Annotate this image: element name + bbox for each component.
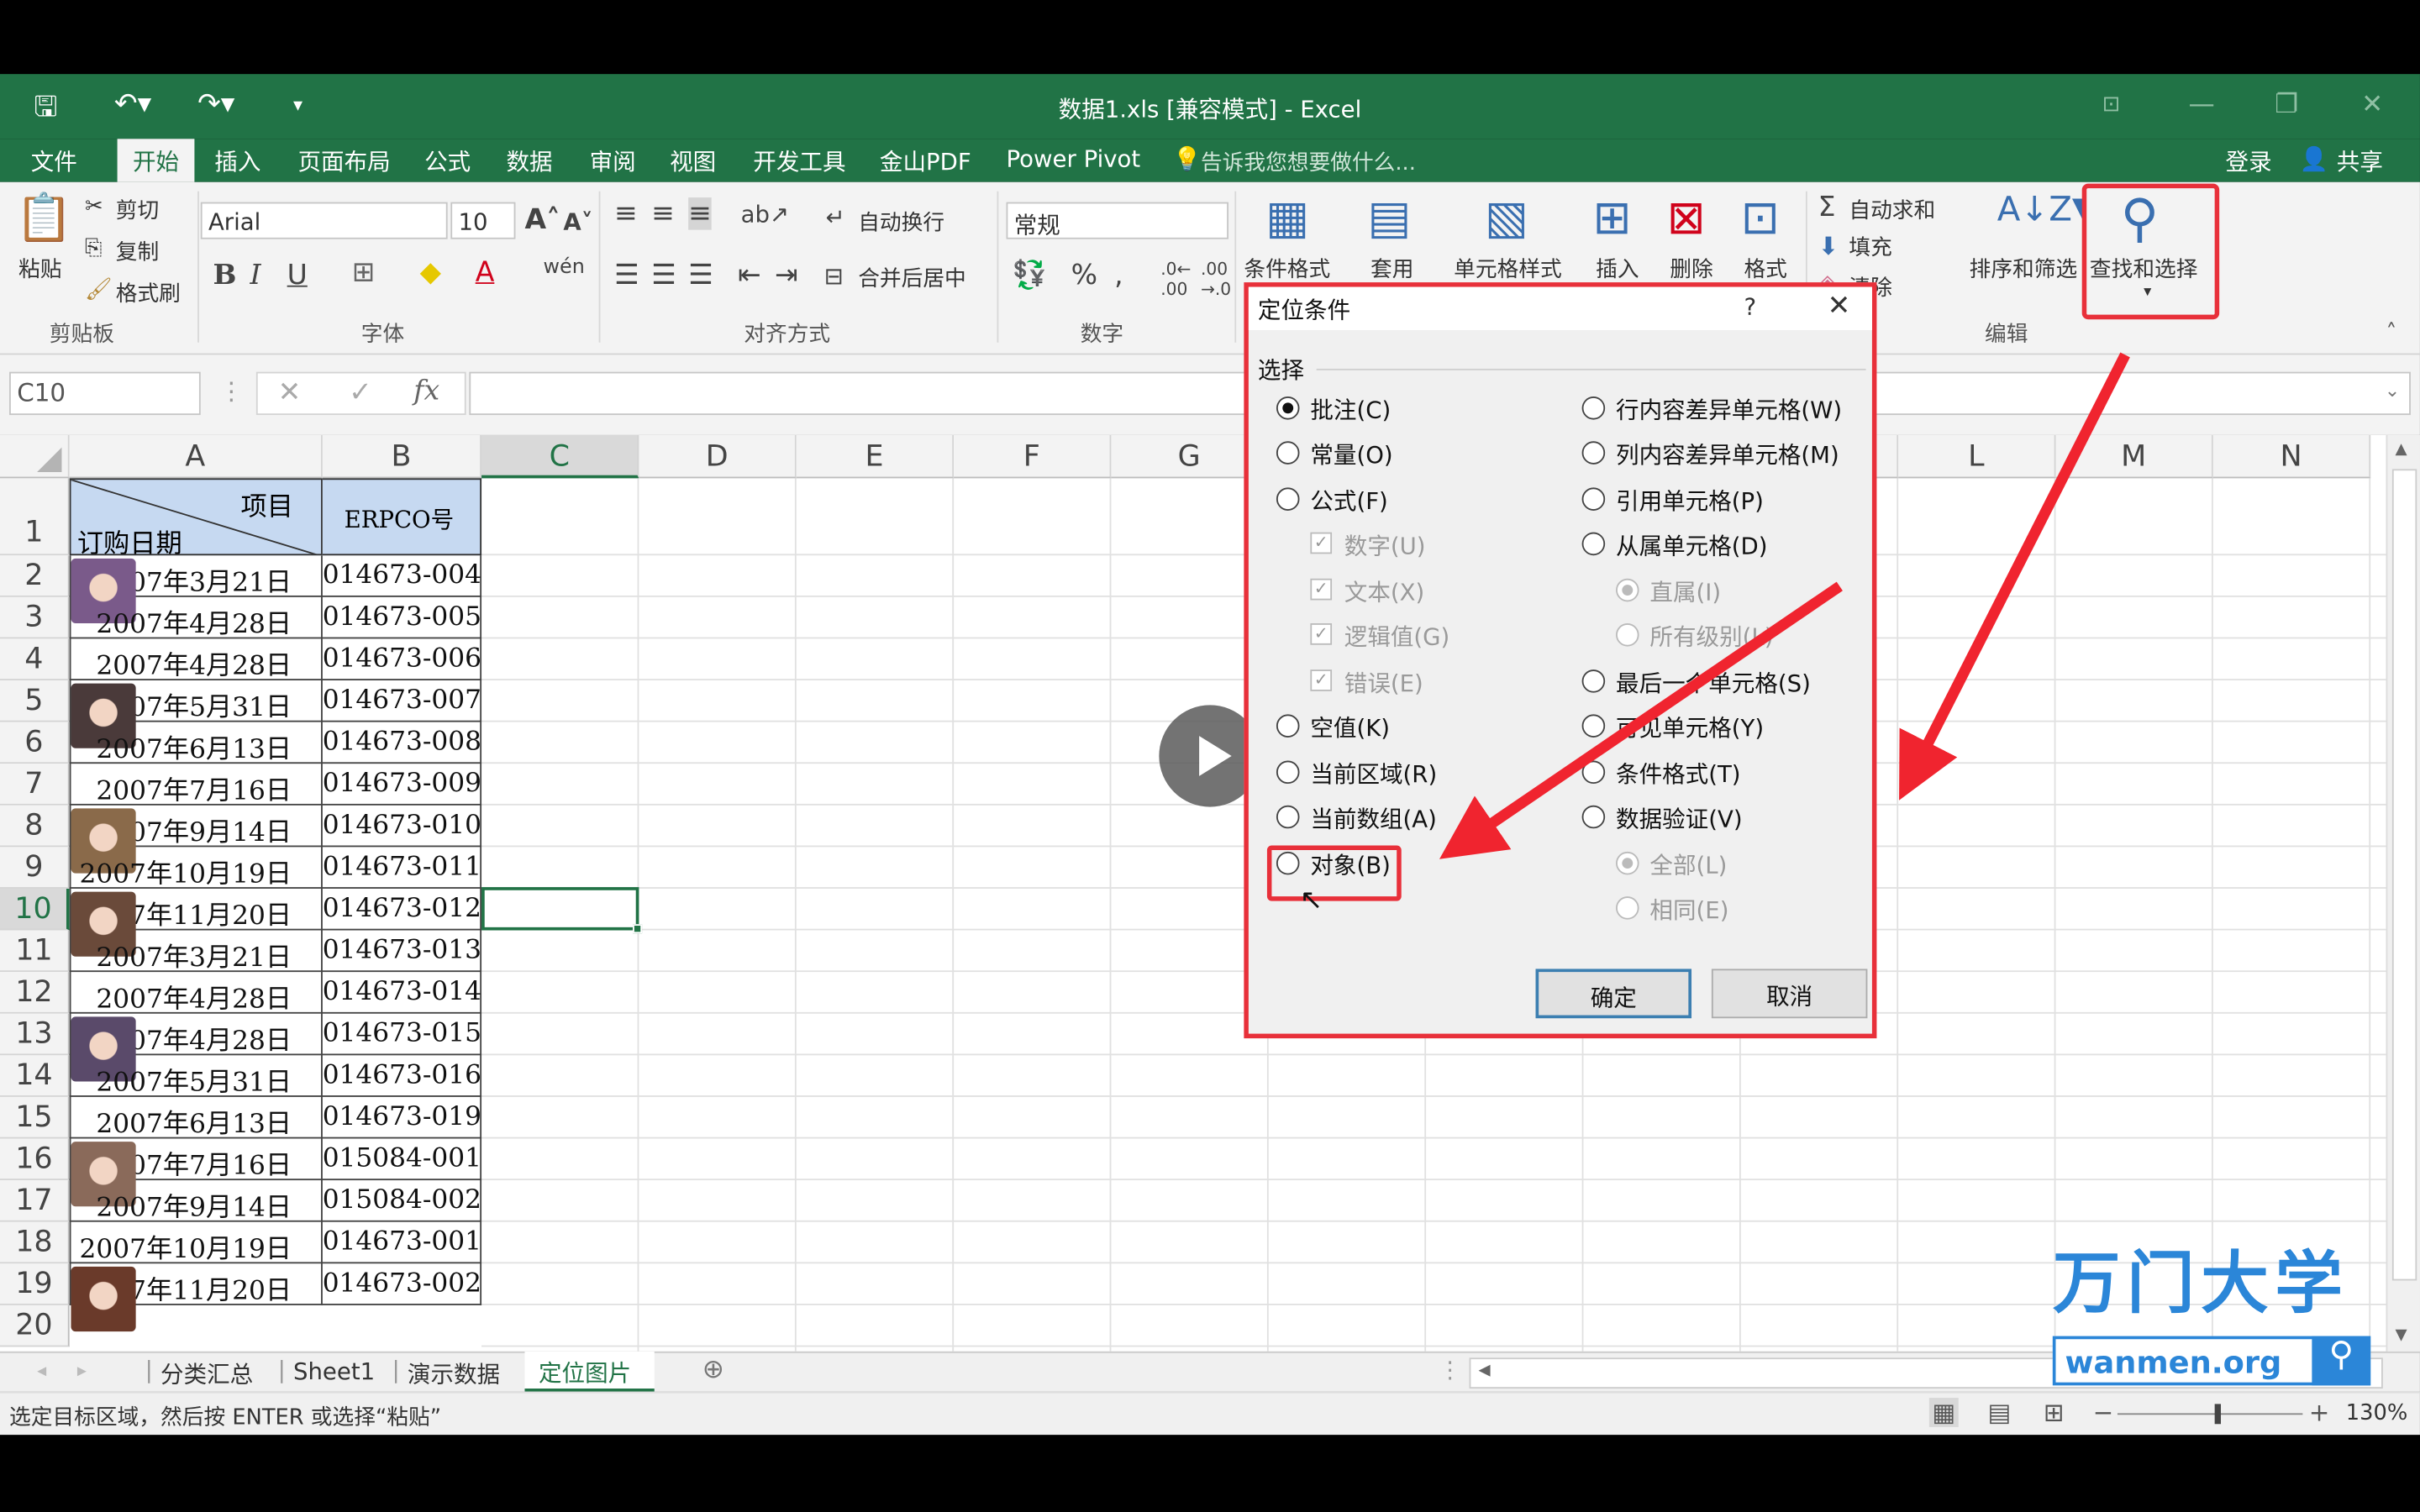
arrow-to-object-option: [1439, 581, 1843, 859]
watermark-search-icon: ⚲: [2312, 1336, 2371, 1386]
watermark-brand: 万门大学: [2052, 1245, 2349, 1324]
watermark-url: wanmen.org: [2065, 1343, 2282, 1381]
arrow-to-dialog: [1899, 352, 2130, 801]
watermark-url-box: wanmen.org ⚲: [2052, 1336, 2371, 1386]
screen: 🖫 ↶▾ ↷▾ ▾ 数据1.xls [兼容模式] - Excel ⊡ — ❐ ✕…: [0, 0, 2420, 1512]
